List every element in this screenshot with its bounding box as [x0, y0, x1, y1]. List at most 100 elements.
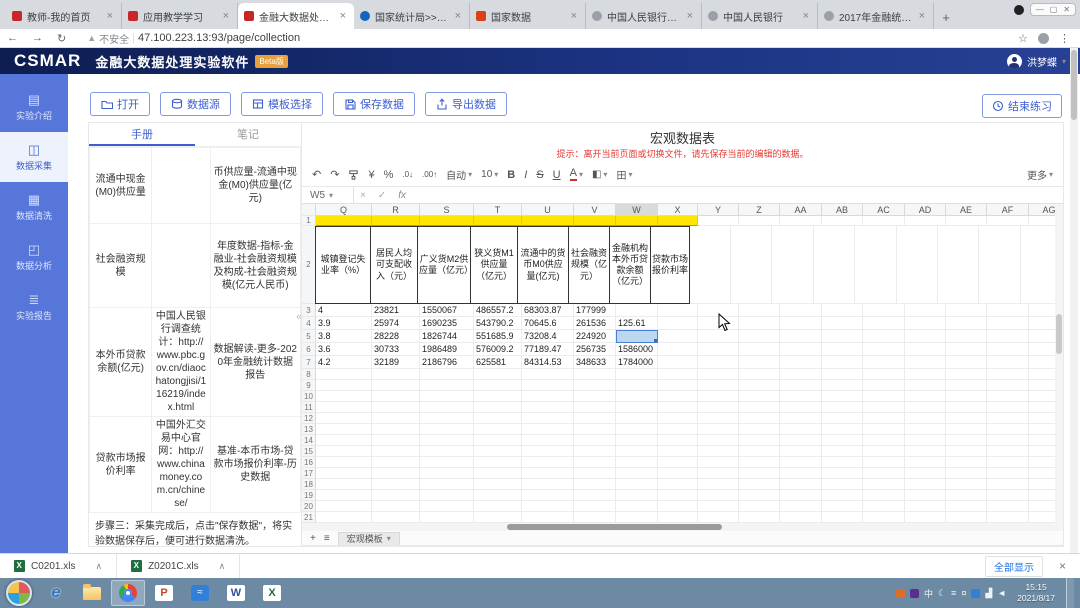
sheet-cell[interactable] — [905, 457, 946, 468]
sheet-cell[interactable] — [616, 380, 658, 391]
sheet-cell[interactable] — [658, 330, 698, 343]
reload-icon[interactable]: ↻ — [50, 32, 73, 45]
sheet-cell[interactable] — [474, 446, 522, 457]
sidebar-item-1[interactable]: ◫数据采集 — [0, 132, 68, 182]
sheet-cell[interactable]: 28228 — [372, 330, 420, 343]
sheet-cell[interactable]: 224920 — [574, 330, 616, 343]
sheet-cell[interactable] — [946, 435, 987, 446]
sheet-cell[interactable] — [863, 501, 905, 512]
sheet-cell[interactable] — [522, 391, 574, 402]
sheet-cell[interactable] — [822, 446, 863, 457]
row-header-2[interactable]: 2 — [302, 226, 316, 304]
sheet-cell[interactable]: 4.2 — [316, 356, 372, 369]
sheet-cell[interactable] — [905, 446, 946, 457]
taskbar-word-icon[interactable]: W — [219, 580, 253, 606]
row-header-20[interactable]: 20 — [302, 501, 316, 512]
sheet-cell[interactable] — [863, 512, 905, 523]
column-header-S[interactable]: S — [420, 204, 474, 216]
sheet-cell[interactable] — [780, 317, 822, 330]
close-downloads-icon[interactable]: × — [1059, 559, 1066, 573]
toolbar-button-4[interactable]: 导出数据 — [425, 92, 507, 116]
row-header-4[interactable]: 4 — [302, 317, 316, 330]
sheet-cell[interactable] — [946, 468, 987, 479]
sheet-cell[interactable] — [658, 424, 698, 435]
sidebar-item-2[interactable]: ▦数据清洗 — [0, 182, 68, 232]
cancel-entry-icon[interactable]: × — [354, 190, 372, 201]
column-header-AF[interactable]: AF — [987, 204, 1029, 216]
sheet-cell[interactable] — [987, 490, 1029, 501]
sheet-cell[interactable] — [698, 424, 739, 435]
sheet-cell[interactable] — [372, 435, 420, 446]
sheet-cell[interactable] — [987, 457, 1029, 468]
row-header-16[interactable]: 16 — [302, 457, 316, 468]
column-header-AD[interactable]: AD — [905, 204, 946, 216]
sheet-cell[interactable] — [698, 402, 739, 413]
sheet-cell[interactable]: 2186796 — [420, 356, 474, 369]
sheet-cell[interactable] — [316, 391, 372, 402]
browser-menu-icon[interactable]: ⋮ — [1059, 32, 1070, 45]
sheet-cell[interactable] — [420, 490, 474, 501]
sheet-cell[interactable] — [658, 479, 698, 490]
sheet-cell[interactable] — [905, 380, 946, 391]
sheet-cell[interactable] — [420, 413, 474, 424]
sheet-cell[interactable] — [574, 435, 616, 446]
font-color-icon[interactable]: A▾ — [570, 168, 583, 181]
sheet-cell[interactable] — [474, 424, 522, 435]
sheet-cell[interactable] — [863, 330, 905, 343]
sheet-cell[interactable]: 68303.87 — [522, 304, 574, 317]
user-menu[interactable]: 洪梦蝶 ▾ — [1007, 54, 1066, 69]
sheet-cell[interactable] — [698, 501, 739, 512]
browser-tab[interactable]: 2017年金融统计数据报告× — [818, 3, 934, 29]
sheet-cell[interactable] — [739, 413, 780, 424]
sheet-cell[interactable] — [822, 343, 863, 356]
sheet-cell[interactable] — [946, 369, 987, 380]
sheet-cell[interactable] — [658, 490, 698, 501]
sheet-cell[interactable] — [987, 512, 1029, 523]
tab-close-icon[interactable]: × — [221, 10, 231, 22]
sheet-cell[interactable] — [780, 424, 822, 435]
sheet-cell[interactable] — [574, 457, 616, 468]
tray-icon[interactable]: ☾ — [938, 588, 946, 599]
sheet-cell[interactable]: 1986489 — [420, 343, 474, 356]
sheet-cell[interactable] — [987, 435, 1029, 446]
url-text[interactable]: 47.100.223.13:93/page/collection — [138, 32, 300, 44]
sheet-cell[interactable] — [905, 479, 946, 490]
confirm-entry-icon[interactable]: ✓ — [372, 190, 392, 201]
sheet-cell[interactable] — [905, 216, 946, 226]
chevron-up-icon[interactable]: ∧ — [219, 561, 226, 572]
sheet-cell[interactable] — [698, 413, 739, 424]
sheet-cell[interactable] — [698, 391, 739, 402]
sheet-cell[interactable] — [574, 479, 616, 490]
fill-color-icon[interactable]: ◧▾ — [592, 169, 607, 180]
sheet-cell[interactable] — [905, 512, 946, 523]
sheet-cell[interactable] — [690, 226, 731, 304]
sheet-cell[interactable] — [616, 490, 658, 501]
download-item[interactable]: Z0201C.xls∧ — [117, 554, 240, 578]
sheet-cell[interactable]: 3.9 — [316, 317, 372, 330]
sheet-cell[interactable] — [739, 446, 780, 457]
sheet-cell[interactable]: 1550067 — [420, 304, 474, 317]
sheet-cell[interactable] — [905, 501, 946, 512]
sheet-cell[interactable]: 348633 — [574, 356, 616, 369]
sheet-cell[interactable] — [474, 479, 522, 490]
sheet-cell[interactable] — [658, 457, 698, 468]
toolbar-button-1[interactable]: 数据源 — [160, 92, 231, 116]
number-format-select[interactable]: 自动▾ — [446, 167, 472, 182]
sheet-cell[interactable] — [739, 391, 780, 402]
column-header-Z[interactable]: Z — [739, 204, 780, 216]
tray-icon[interactable]: ¤ — [961, 588, 966, 598]
sheet-cell[interactable] — [658, 413, 698, 424]
sheet-cell[interactable] — [780, 490, 822, 501]
sheet-cell[interactable] — [420, 435, 474, 446]
sheet-cell[interactable] — [946, 479, 987, 490]
browser-scroll-thumb[interactable] — [1071, 50, 1077, 120]
sheet-tab[interactable]: 宏观模板 ▾ — [338, 532, 400, 545]
sheet-cell[interactable] — [372, 216, 420, 226]
sheet-cell[interactable] — [658, 501, 698, 512]
column-header-Y[interactable]: Y — [698, 204, 739, 216]
sheet-cell[interactable] — [574, 402, 616, 413]
sheet-cell[interactable] — [372, 402, 420, 413]
column-header-R[interactable]: R — [372, 204, 420, 216]
row-header-1[interactable]: 1 — [302, 216, 316, 226]
tab-close-icon[interactable]: × — [453, 10, 463, 22]
